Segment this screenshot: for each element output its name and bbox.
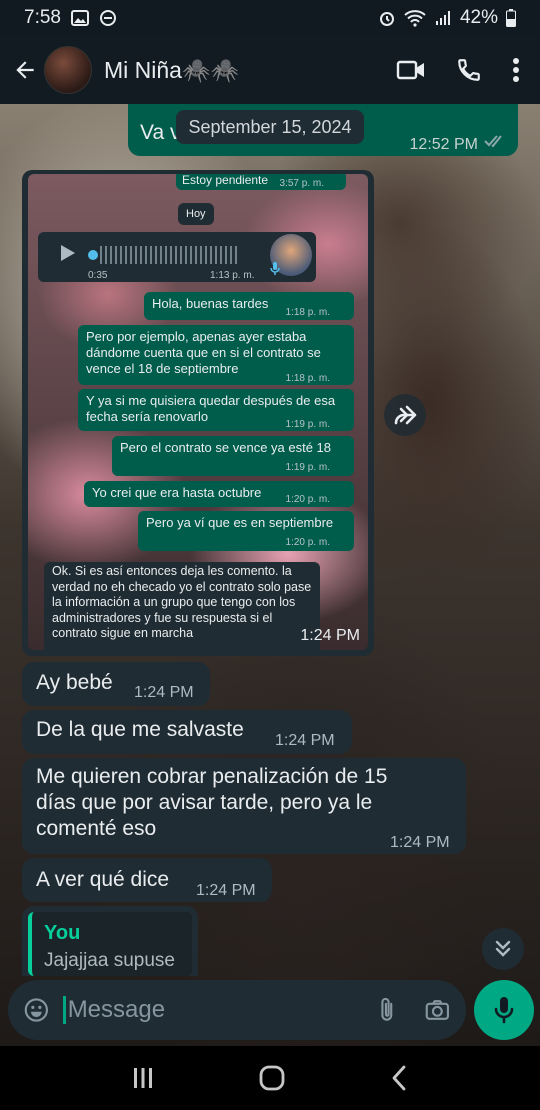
recent-apps-icon[interactable] <box>131 1066 155 1090</box>
voice-call-icon[interactable] <box>456 57 482 83</box>
voice-record-button[interactable] <box>474 980 534 1040</box>
screenshot-message: Hola, buenas tardes 1:18 p. m. <box>144 292 354 320</box>
emoji-icon[interactable] <box>24 996 49 1024</box>
message-time: 1:24 PM <box>134 684 194 701</box>
message-time: 1:24 PM <box>275 732 335 749</box>
message-time: 1:24 PM <box>390 834 450 851</box>
screenshot-message: Y ya si me quisiera quedar después de es… <box>78 389 354 431</box>
message-time: 1:24 PM <box>196 882 256 899</box>
message-composer <box>8 980 466 1040</box>
status-bar: 7:58 42% <box>0 0 540 36</box>
wifi-icon <box>404 10 426 27</box>
incoming-quote-message[interactable]: You Jajajjaa supuse <box>22 906 198 976</box>
contact-name[interactable]: Mi Niña🕷️🕷️ <box>104 57 239 84</box>
forward-icon <box>394 405 417 425</box>
read-receipt-icon <box>484 135 502 148</box>
back-arrow-icon[interactable] <box>12 57 38 83</box>
screenshot-message: Pero por ejemplo, apenas ayer estaba dán… <box>78 325 354 385</box>
video-call-icon[interactable] <box>396 58 426 82</box>
message-text: A ver qué dice <box>36 868 170 891</box>
message-text: De la que me salvaste <box>36 718 244 741</box>
message-time: 12:52 PM <box>409 136 478 153</box>
screenshot-message: Ok. Si es así entonces deja les comento.… <box>44 562 320 650</box>
image-message[interactable]: Estoy pendiente 3:57 p. m. Hoy 0:35 1:13… <box>22 170 374 656</box>
screenshot-message: Estoy pendiente 3:57 p. m. <box>176 174 346 190</box>
screenshot-message: Pero el contrato se vence ya esté 18 1:1… <box>112 436 354 476</box>
mic-icon <box>494 997 514 1024</box>
voice-waveform <box>100 246 240 264</box>
quote-author: You <box>44 922 81 944</box>
quote-text: Jajajjaa supuse <box>44 950 175 971</box>
screenshot-day-chip: Hoy <box>178 203 214 225</box>
message-text: Me quieren cobrar penalización de 15 día… <box>36 765 388 840</box>
quoted-reply[interactable]: You Jajajjaa supuse <box>28 912 192 976</box>
screenshot-message: Pero ya ví que es en septiembre 1:20 p. … <box>138 511 354 551</box>
message-text: Va v <box>140 121 181 144</box>
screenshot-voice-note: 0:35 1:13 p. m. <box>38 232 316 282</box>
shared-screenshot[interactable]: Estoy pendiente 3:57 p. m. Hoy 0:35 1:13… <box>28 174 368 650</box>
battery-level: 42% <box>459 7 498 28</box>
gallery-notification-icon <box>70 10 89 26</box>
dnd-icon <box>99 10 116 26</box>
date-chip: September 15, 2024 <box>176 110 364 144</box>
incoming-message[interactable]: A ver qué dice 1:24 PM <box>22 858 272 902</box>
battery-icon <box>506 9 516 27</box>
back-nav-icon[interactable] <box>389 1065 409 1091</box>
voice-progress-dot <box>88 250 98 260</box>
message-input[interactable] <box>62 996 378 1024</box>
double-chevron-down-icon <box>495 940 511 957</box>
screenshot-message: Yo crei que era hasta octubre 1:20 p. m. <box>84 481 354 507</box>
forward-button[interactable] <box>384 394 426 436</box>
more-options-icon[interactable] <box>512 57 520 83</box>
incoming-message[interactable]: De la que me salvaste 1:24 PM <box>22 710 352 754</box>
signal-icon <box>435 11 450 25</box>
play-icon <box>61 245 75 261</box>
message-text: Ay bebé <box>36 671 113 694</box>
attach-icon[interactable] <box>378 995 396 1025</box>
incoming-message[interactable]: Me quieren cobrar penalización de 15 día… <box>22 758 466 854</box>
contact-avatar[interactable] <box>44 46 92 94</box>
mic-small-icon <box>270 262 280 275</box>
system-navigation-bar <box>0 1046 540 1110</box>
scroll-down-button[interactable] <box>482 928 524 970</box>
alarm-icon <box>379 12 394 26</box>
incoming-message[interactable]: Ay bebé 1:24 PM <box>22 662 210 706</box>
clock: 7:58 <box>24 7 61 28</box>
chat-header: Mi Niña🕷️🕷️ <box>0 36 540 104</box>
message-time: 1:24 PM <box>300 627 360 644</box>
camera-icon[interactable] <box>425 997 450 1023</box>
home-icon[interactable] <box>258 1064 286 1092</box>
